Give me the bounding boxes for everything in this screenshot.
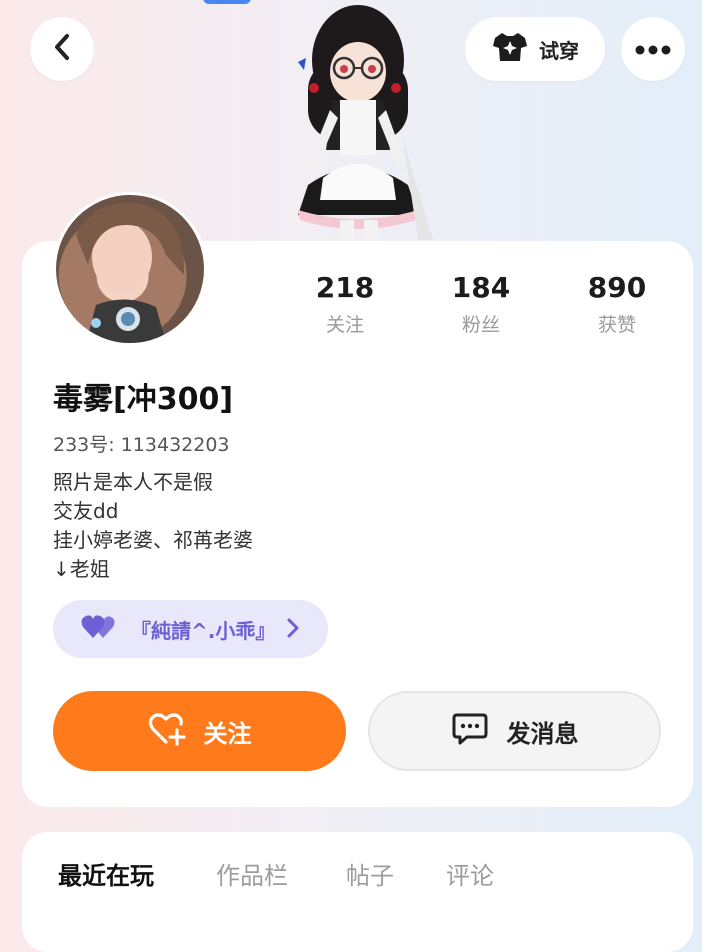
try-on-label: 试穿 (539, 38, 579, 63)
tab-posts[interactable]: 帖子 (346, 856, 394, 891)
tab-recently-played[interactable]: 最近在玩 (58, 856, 154, 891)
chevron-left-icon (51, 32, 73, 66)
ellipsis-icon (635, 40, 671, 59)
group-chip[interactable]: 『純請^.小乖』 (53, 600, 328, 658)
content-tabs-card (22, 832, 693, 952)
stat-following-label: 关注 (325, 314, 364, 336)
heart-plus-icon (148, 712, 186, 750)
chat-bubble-icon (451, 712, 489, 750)
stat-likes-value: 890 (587, 271, 647, 304)
user-id[interactable]: 233号: 113432203 (53, 430, 230, 457)
avatar-photo (56, 195, 204, 343)
user-id-value: 113432203 (120, 434, 230, 456)
follow-label: 关注 (203, 719, 252, 748)
message-label: 发消息 (506, 719, 579, 748)
bio-line: 交友dd (53, 499, 119, 523)
follow-button[interactable]: 关注 (53, 691, 346, 771)
try-on-button[interactable]: 试穿 (465, 17, 605, 81)
username: 毒雾[冲300] (53, 382, 234, 417)
tab-comments[interactable]: 评论 (446, 856, 494, 891)
double-heart-icon (81, 614, 115, 644)
stat-likes-label: 获赞 (597, 314, 636, 336)
bio-line: 挂小婷老婆、祁苒老婆 (53, 528, 253, 552)
bio: 照片是本人不是假 交友dd 挂小婷老婆、祁苒老婆 ↓老姐 (53, 468, 253, 584)
group-name: 『純請^.小乖』 (131, 618, 276, 643)
tab-works[interactable]: 作品栏 (216, 856, 288, 891)
more-options-button[interactable] (621, 17, 685, 81)
stat-following-value: 218 (315, 271, 375, 304)
top-indicator (203, 0, 251, 4)
message-button[interactable]: 发消息 (368, 691, 661, 771)
stat-likes[interactable]: 890 获赞 (562, 270, 672, 337)
stat-following[interactable]: 218 关注 (290, 270, 400, 337)
stat-followers[interactable]: 184 粉丝 (426, 270, 536, 337)
back-button[interactable] (30, 17, 94, 81)
avatar-3d-figure[interactable] (278, 0, 448, 245)
user-id-label: 233号: (53, 434, 115, 456)
bio-line: ↓老姐 (53, 557, 110, 581)
stat-followers-value: 184 (451, 271, 511, 304)
chevron-right-icon (286, 616, 300, 644)
shirt-sparkle-icon (491, 31, 529, 67)
bio-line: 照片是本人不是假 (53, 470, 213, 494)
stat-followers-label: 粉丝 (461, 314, 500, 336)
avatar[interactable] (53, 192, 207, 346)
